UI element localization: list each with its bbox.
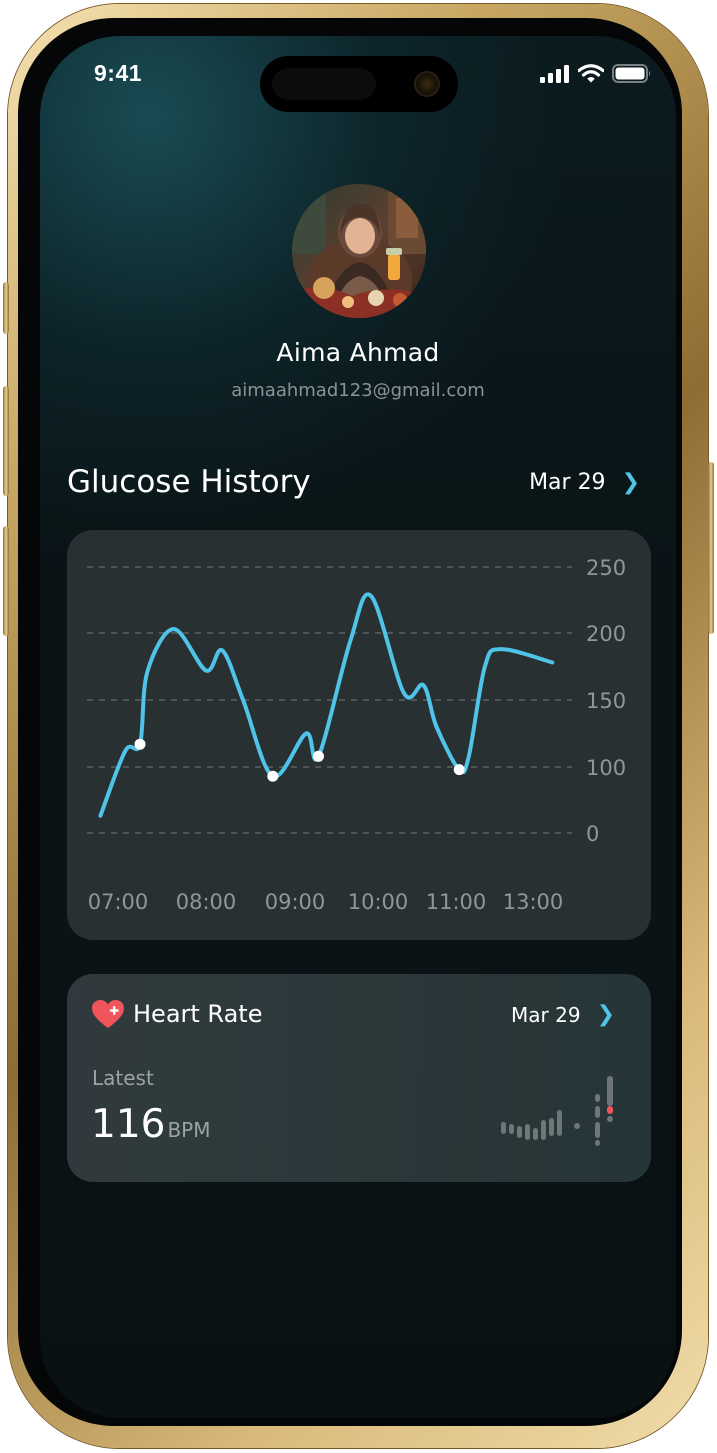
- chevron-right-icon: ❯: [621, 470, 640, 495]
- profile-email: aimaahmad123@gmail.com: [231, 380, 485, 401]
- heart-rate-date-label: Mar 29: [511, 1002, 581, 1027]
- bpm-unit: BPM: [167, 1118, 211, 1142]
- heart-rate-date-selector[interactable]: Mar 29 ❯: [511, 1002, 615, 1027]
- battery-icon: [612, 64, 651, 83]
- volume-up-button: [3, 386, 9, 496]
- chevron-right-icon: ❯: [596, 1002, 615, 1027]
- y-tick-label: 200: [586, 622, 626, 646]
- x-tick-label: 08:00: [176, 890, 237, 914]
- x-tick-label: 07:00: [88, 890, 149, 914]
- profile-photo: [292, 184, 426, 318]
- power-button: [708, 462, 714, 634]
- latest-label: Latest: [92, 1066, 154, 1090]
- app-screen: 9:41 Aima Ahmad aimaahmad123@gmail.com G…: [40, 36, 676, 1418]
- y-tick-label: 0: [586, 822, 599, 846]
- action-button: [3, 282, 9, 334]
- status-icons: [540, 64, 652, 83]
- x-tick-label: 09:00: [265, 890, 326, 914]
- x-tick-label: 10:00: [348, 890, 409, 914]
- data-point-marker[interactable]: [267, 770, 279, 782]
- heart-rate-sparkline: [501, 1076, 613, 1146]
- x-tick-label: 13:00: [503, 890, 564, 914]
- glucose-date-label: Mar 29: [529, 470, 606, 495]
- volume-down-button: [3, 526, 9, 636]
- heart-rate-card[interactable]: Heart Rate Mar 29 ❯ Latest 116 BPM: [67, 974, 651, 1182]
- avatar[interactable]: [292, 184, 426, 318]
- y-tick-label: 100: [586, 756, 626, 780]
- data-point-marker[interactable]: [134, 738, 146, 750]
- heart-rate-title: Heart Rate: [133, 1000, 263, 1028]
- data-point-marker[interactable]: [313, 750, 324, 762]
- glucose-chart: 250 200 150 100 0 07:00 08:00 09:00 10:00 11:00 13…: [87, 556, 626, 914]
- y-tick-label: 250: [586, 556, 626, 580]
- profile-name: Aima Ahmad: [276, 338, 440, 367]
- front-camera: [414, 71, 440, 97]
- wifi-icon: [578, 64, 604, 83]
- glucose-chart-card[interactable]: 250 200 150 100 0 07:00 08:00 09:00 10:00 11:00 13…: [67, 530, 651, 940]
- bpm-number: 116: [91, 1102, 166, 1147]
- data-point-marker[interactable]: [453, 764, 465, 776]
- glucose-date-selector[interactable]: Mar 29 ❯: [529, 470, 640, 495]
- status-time: 9:41: [94, 60, 143, 86]
- y-tick-label: 150: [586, 689, 626, 713]
- glucose-series-line: [98, 592, 555, 818]
- dynamic-island: [260, 56, 458, 112]
- heart-rate-value: 116 BPM: [91, 1102, 211, 1147]
- signal-icon: [540, 64, 569, 83]
- glucose-history-title: Glucose History: [67, 464, 311, 500]
- x-tick-label: 11:00: [426, 890, 487, 914]
- heart-plus-icon: [92, 1000, 124, 1028]
